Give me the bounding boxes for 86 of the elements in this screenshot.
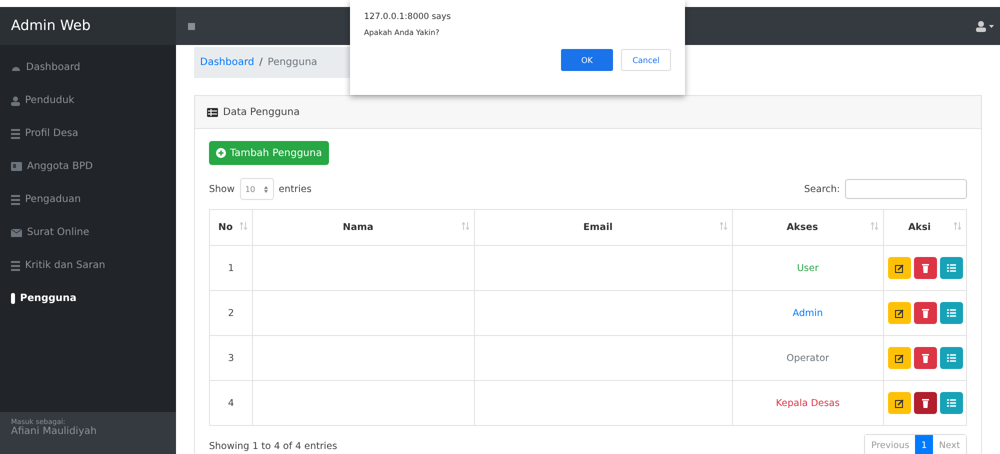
- column-title: Nama: [342, 222, 374, 233]
- table-icon: [207, 108, 218, 116]
- table-info: Showing 1 to 4 of 4 entries: [209, 440, 338, 452]
- sidebar-item[interactable]: Surat Online: [0, 216, 176, 249]
- access-level: Admin: [732, 290, 884, 336]
- sidebar-item[interactable]: Profil Desa: [0, 117, 176, 150]
- search-label: Search:: [804, 184, 840, 194]
- add-user-button[interactable]: Tambah Pengguna: [209, 141, 329, 165]
- access-level: User: [732, 246, 884, 290]
- sidebar-item[interactable]: Anggota BPD: [0, 150, 176, 183]
- detail-button[interactable]: [940, 392, 962, 414]
- sort-icon: [720, 222, 727, 230]
- edit-button[interactable]: [888, 392, 910, 414]
- column-title: Aksi: [908, 222, 931, 233]
- list-icon: [946, 399, 956, 407]
- bar-icon: [11, 293, 15, 304]
- caret-icon: [989, 24, 994, 28]
- detail-button[interactable]: [940, 347, 962, 369]
- delete-button[interactable]: [914, 302, 936, 324]
- sort-icon: [462, 222, 470, 230]
- sort-icon: [954, 222, 961, 230]
- edit-icon: [894, 308, 904, 318]
- list-icon: [946, 354, 956, 362]
- list-icon: [11, 128, 20, 138]
- page-size-select[interactable]: 10: [240, 178, 274, 200]
- column-title: Email: [583, 222, 613, 233]
- sidebar-item[interactable]: Dashboard: [0, 51, 176, 84]
- sidebar-item[interactable]: Kritik dan Saran: [0, 249, 176, 282]
- column-header[interactable]: Email: [474, 210, 732, 246]
- edit-button[interactable]: [888, 257, 910, 279]
- brand-title[interactable]: Admin Web: [0, 7, 176, 45]
- edit-button[interactable]: [888, 302, 910, 324]
- trash-icon: [922, 398, 928, 408]
- list-icon: [11, 194, 20, 204]
- access-level: Kepala Desas: [732, 380, 884, 426]
- delete-button[interactable]: [914, 347, 936, 369]
- column-header[interactable]: Akses: [732, 210, 884, 246]
- trash-icon: [922, 354, 928, 362]
- edit-icon: [894, 264, 904, 272]
- detail-button[interactable]: [940, 302, 962, 324]
- sort-icon: [871, 222, 878, 230]
- breadcrumb-separator: /: [259, 57, 263, 68]
- detail-button[interactable]: [940, 257, 962, 279]
- table-cell: 4: [210, 380, 252, 426]
- user-icon: [11, 96, 20, 106]
- entries-label: entries: [278, 184, 312, 194]
- breadcrumb-current: Pengguna: [268, 57, 318, 68]
- list-icon: [946, 309, 956, 317]
- edit-button[interactable]: [888, 347, 910, 369]
- column-header[interactable]: No: [210, 210, 252, 246]
- sidebar-item[interactable]: Penduduk: [0, 84, 176, 117]
- list-icon: [11, 260, 20, 270]
- user-icon: [976, 20, 986, 32]
- user-menu[interactable]: [976, 20, 994, 32]
- sort-icon: [240, 222, 247, 230]
- dialog-origin: 127.0.0.1:8000 says: [364, 12, 452, 22]
- table-cell: 2: [210, 290, 252, 336]
- delete-button[interactable]: [914, 257, 936, 279]
- column-header[interactable]: Aksi: [884, 210, 966, 246]
- id-card-icon: [11, 162, 22, 171]
- table-cell: 3: [210, 336, 252, 380]
- user-name: Afiani Maulidiyah: [11, 426, 98, 437]
- pagination-button[interactable]: 1: [915, 435, 934, 454]
- list-icon: [946, 264, 956, 272]
- trash-icon: [922, 264, 928, 272]
- sidebar-item[interactable]: Pengguna: [0, 282, 176, 315]
- access-level: Operator: [732, 336, 884, 380]
- updown-icon: [264, 186, 268, 192]
- table-cell: 1: [210, 246, 252, 290]
- envelope-icon: [11, 228, 22, 236]
- edit-icon: [894, 398, 904, 408]
- card-title: Data Pengguna: [223, 106, 300, 118]
- trash-icon: [922, 308, 928, 318]
- sidebar-item[interactable]: Pengaduan: [0, 183, 176, 216]
- plus-circle-icon: [216, 148, 226, 158]
- edit-icon: [894, 354, 904, 362]
- column-header[interactable]: Nama: [252, 210, 475, 246]
- menu-icon[interactable]: [188, 22, 195, 30]
- search-field[interactable]: [845, 179, 967, 199]
- breadcrumb-link[interactable]: Dashboard: [200, 57, 254, 68]
- cancel-button[interactable]: Cancel: [621, 49, 671, 71]
- column-title: Akses: [786, 222, 818, 233]
- show-label: Show: [209, 184, 235, 194]
- ok-button[interactable]: OK: [561, 49, 613, 71]
- column-title: No: [218, 222, 233, 233]
- delete-button[interactable]: [914, 392, 936, 414]
